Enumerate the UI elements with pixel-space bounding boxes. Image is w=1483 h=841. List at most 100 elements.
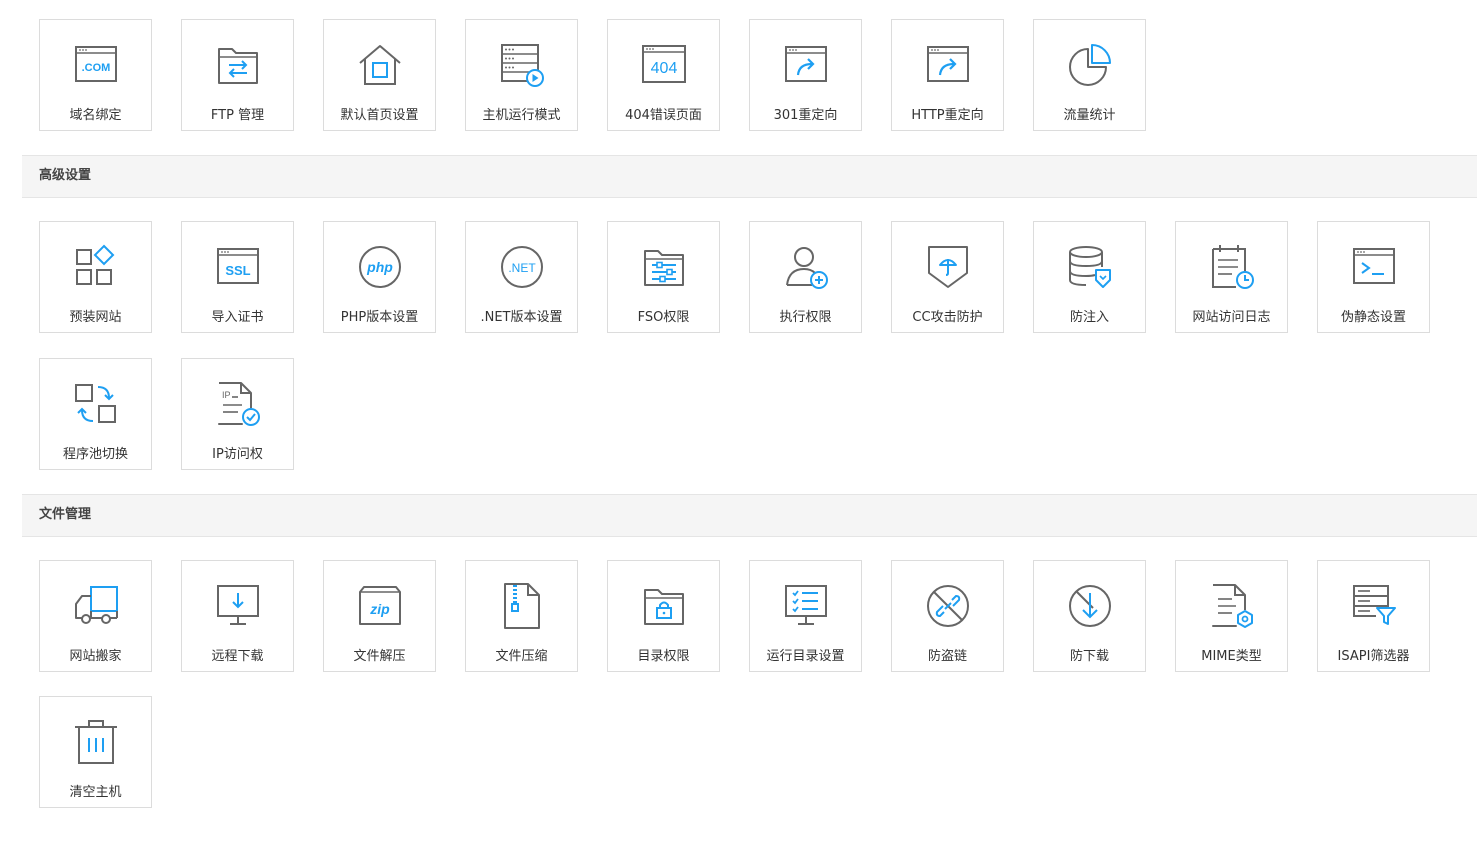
redirect-301-icon — [782, 41, 830, 89]
log-clock-icon — [1208, 243, 1256, 291]
tile-directory-permission[interactable]: 目录权限 — [607, 560, 720, 672]
tile-traffic-stats[interactable]: 流量统计 — [1033, 19, 1146, 131]
tile-clear-host[interactable]: 清空主机 — [39, 696, 152, 808]
tile-label: 301重定向 — [773, 108, 838, 123]
ftp-folder-icon — [214, 41, 262, 89]
tile-cc-protection[interactable]: CC攻击防护 — [891, 221, 1004, 333]
tile-label: 防盗链 — [927, 649, 967, 664]
tile-label: CC攻击防护 — [912, 310, 983, 325]
tile-compress[interactable]: 文件压缩 — [465, 560, 578, 672]
server-run-icon — [498, 41, 546, 89]
tile-label: 文件解压 — [353, 649, 406, 664]
tile-label: 远程下载 — [211, 649, 264, 664]
tile-label: 流量统计 — [1063, 108, 1116, 123]
tile-access-log[interactable]: 网站访问日志 — [1175, 221, 1288, 333]
folder-sliders-icon — [640, 243, 688, 291]
home-icon — [356, 41, 404, 89]
tile-mime-types[interactable]: MIME类型 — [1175, 560, 1288, 672]
svg-text:IP: IP — [222, 390, 231, 400]
tile-label: 导入证书 — [211, 310, 264, 325]
shield-umbrella-icon — [924, 243, 972, 291]
tile-ftp-management[interactable]: FTP 管理 — [181, 19, 294, 131]
tile-dotnet-version[interactable]: .NET .NET版本设置 — [465, 221, 578, 333]
tile-anti-injection[interactable]: 防注入 — [1033, 221, 1146, 333]
tile-label: PHP版本设置 — [340, 310, 419, 325]
link-block-icon — [924, 582, 972, 630]
error-404-icon: 404 — [640, 41, 688, 89]
tile-default-homepage[interactable]: 默认首页设置 — [323, 19, 436, 131]
tile-unzip[interactable]: zip 文件解压 — [323, 560, 436, 672]
svg-text:.NET: .NET — [508, 261, 536, 275]
http-redirect-icon — [924, 41, 972, 89]
tile-404-page[interactable]: 404 404错误页面 — [607, 19, 720, 131]
tile-label: 网站访问日志 — [1192, 310, 1271, 325]
tile-preinstall-site[interactable]: 预装网站 — [39, 221, 152, 333]
tile-label: ISAPI筛选器 — [1337, 649, 1410, 664]
trash-icon — [72, 718, 120, 766]
tile-label: HTTP重定向 — [911, 108, 984, 123]
tile-label: 清空主机 — [69, 785, 122, 800]
file-zip-icon — [498, 582, 546, 630]
tile-label: 防下载 — [1069, 649, 1109, 664]
apps-grid-icon — [72, 243, 120, 291]
ssl-icon: SSL — [214, 243, 262, 291]
tile-label: IP访问权 — [212, 447, 263, 462]
tile-label: 404错误页面 — [625, 108, 702, 123]
tile-label: 域名绑定 — [69, 108, 122, 123]
tile-label: 预装网站 — [69, 310, 122, 325]
svg-text:404: 404 — [650, 60, 677, 77]
section-header-files: 文件管理 — [22, 494, 1477, 537]
php-icon: php — [356, 243, 404, 291]
dotnet-icon: .NET — [498, 243, 546, 291]
tile-run-directory[interactable]: 运行目录设置 — [749, 560, 862, 672]
tile-label: 文件压缩 — [495, 649, 548, 664]
tile-label: 运行目录设置 — [766, 649, 845, 664]
advanced-tiles-row-2: 程序池切换 IP IP访问权 — [39, 358, 323, 470]
tile-host-run-mode[interactable]: 主机运行模式 — [465, 19, 578, 131]
advanced-tiles-row-1: 预装网站 SSL 导入证书 php PHP版本设置 .NET .NET版本设置 … — [39, 221, 1459, 333]
tile-rewrite-settings[interactable]: 伪静态设置 — [1317, 221, 1430, 333]
tile-label: 默认首页设置 — [340, 108, 419, 123]
database-shield-icon — [1066, 243, 1114, 291]
tile-label: 伪静态设置 — [1340, 310, 1406, 325]
tile-label: 目录权限 — [637, 649, 690, 664]
tile-fso-permission[interactable]: FSO权限 — [607, 221, 720, 333]
svg-text:SSL: SSL — [225, 263, 250, 278]
pool-switch-icon — [72, 380, 120, 428]
folder-lock-icon — [640, 582, 688, 630]
ip-check-icon: IP — [214, 380, 262, 428]
tile-remote-download[interactable]: 远程下载 — [181, 560, 294, 672]
tile-http-redirect[interactable]: HTTP重定向 — [891, 19, 1004, 131]
domain-icon: .COM — [72, 41, 120, 89]
monitor-download-icon — [214, 582, 262, 630]
tile-301-redirect[interactable]: 301重定向 — [749, 19, 862, 131]
zip-icon: zip — [356, 582, 404, 630]
tile-pool-switch[interactable]: 程序池切换 — [39, 358, 152, 470]
tile-label: FTP 管理 — [210, 108, 265, 123]
tile-anti-hotlink[interactable]: 防盗链 — [891, 560, 1004, 672]
tile-domain-binding[interactable]: .COM 域名绑定 — [39, 19, 152, 131]
tile-anti-download[interactable]: 防下载 — [1033, 560, 1146, 672]
tile-ip-access[interactable]: IP IP访问权 — [181, 358, 294, 470]
tile-label: 防注入 — [1069, 310, 1109, 325]
truck-icon — [72, 582, 120, 630]
svg-text:zip: zip — [369, 601, 390, 617]
section-title: 高级设置 — [39, 168, 92, 183]
section-title: 文件管理 — [39, 507, 92, 522]
terminal-icon — [1350, 243, 1398, 291]
files-tiles-row-1: 网站搬家 远程下载 zip 文件解压 文件压缩 目录权限 运行目录设置 防盗链 … — [39, 560, 1459, 672]
files-tiles-row-2: 清空主机 — [39, 696, 181, 808]
tile-isapi-filter[interactable]: ISAPI筛选器 — [1317, 560, 1430, 672]
tile-label: .NET版本设置 — [480, 310, 563, 325]
tile-label: 执行权限 — [779, 310, 832, 325]
svg-text:php: php — [366, 259, 393, 275]
tile-label: 程序池切换 — [62, 447, 128, 462]
svg-text:.COM: .COM — [81, 62, 110, 74]
tile-import-certificate[interactable]: SSL 导入证书 — [181, 221, 294, 333]
tile-site-migration[interactable]: 网站搬家 — [39, 560, 152, 672]
filter-icon — [1350, 582, 1398, 630]
section-header-advanced: 高级设置 — [22, 155, 1477, 198]
tile-execute-permission[interactable]: 执行权限 — [749, 221, 862, 333]
tile-php-version[interactable]: php PHP版本设置 — [323, 221, 436, 333]
tile-label: 主机运行模式 — [482, 108, 561, 123]
